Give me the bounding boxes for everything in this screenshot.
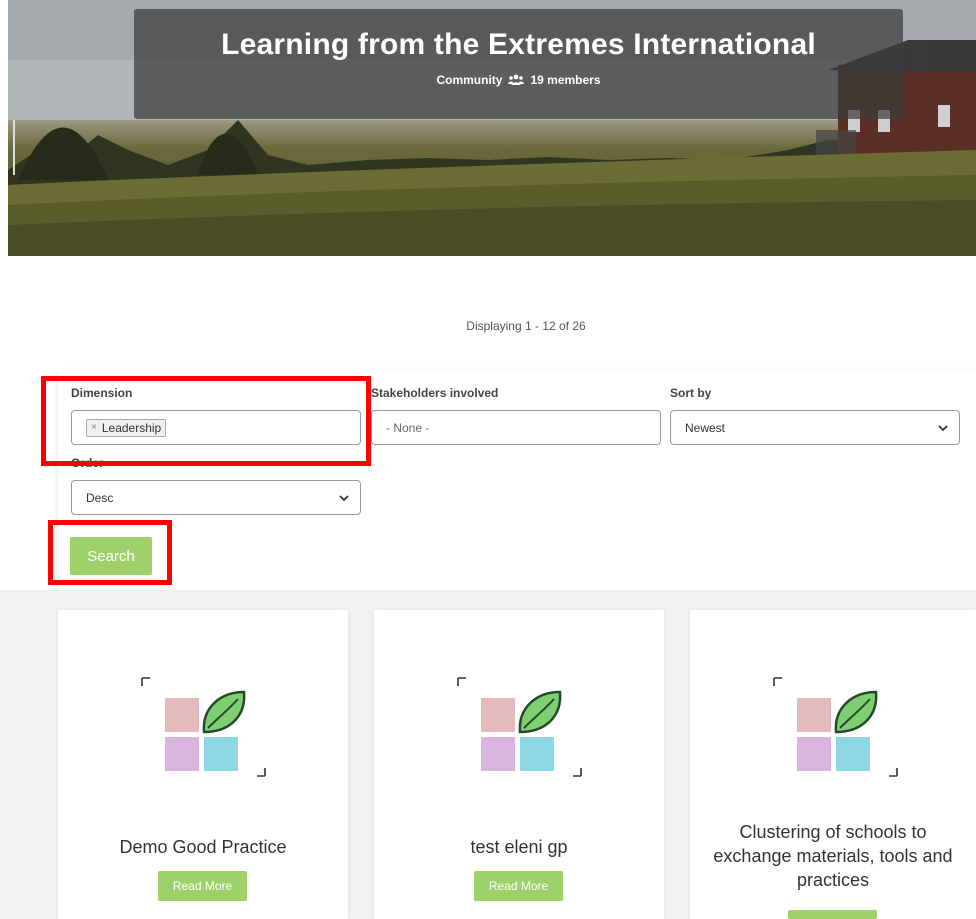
read-more-button[interactable]: Read More (158, 871, 247, 901)
order-value: Desc (86, 490, 114, 505)
sort-by-label: Sort by (670, 386, 712, 400)
community-hero-banner: Learning from the Extremes International… (8, 0, 976, 256)
community-meta: Community 19 members (436, 73, 600, 87)
result-card: test eleni gp Read More (374, 610, 664, 919)
chevron-down-icon (938, 425, 948, 432)
sort-by-select[interactable]: Newest (670, 410, 960, 445)
sort-by-value: Newest (685, 420, 726, 435)
read-more-button[interactable] (788, 910, 877, 919)
card-title[interactable]: Clustering of schools to exchange materi… (700, 820, 966, 892)
read-more-button[interactable]: Read More (474, 871, 563, 901)
users-icon (508, 74, 525, 86)
stakeholders-label: Stakeholders involved (371, 386, 499, 400)
result-card: Demo Good Practice Read More (58, 610, 348, 919)
chevron-down-icon (339, 495, 349, 502)
results-count: Displaying 1 - 12 of 26 (466, 319, 586, 333)
good-practice-logo-icon (457, 677, 582, 777)
stakeholders-select[interactable]: - None - (371, 410, 661, 445)
card-title[interactable]: Demo Good Practice (68, 835, 338, 859)
search-highlight-box (48, 520, 172, 585)
stakeholders-value: - None - (386, 420, 430, 435)
card-title[interactable]: test eleni gp (384, 835, 654, 859)
dimension-highlight-box (41, 376, 371, 466)
hero-title-overlay: Learning from the Extremes International… (134, 9, 903, 119)
community-type: Community (436, 72, 503, 87)
result-card: Clustering of schools to exchange materi… (690, 610, 976, 919)
good-practice-logo-icon (141, 677, 266, 777)
member-count[interactable]: 19 members (530, 73, 600, 87)
order-select[interactable]: Desc (71, 480, 361, 515)
community-title: Learning from the Extremes International (221, 27, 816, 61)
good-practice-logo-icon (773, 677, 898, 777)
